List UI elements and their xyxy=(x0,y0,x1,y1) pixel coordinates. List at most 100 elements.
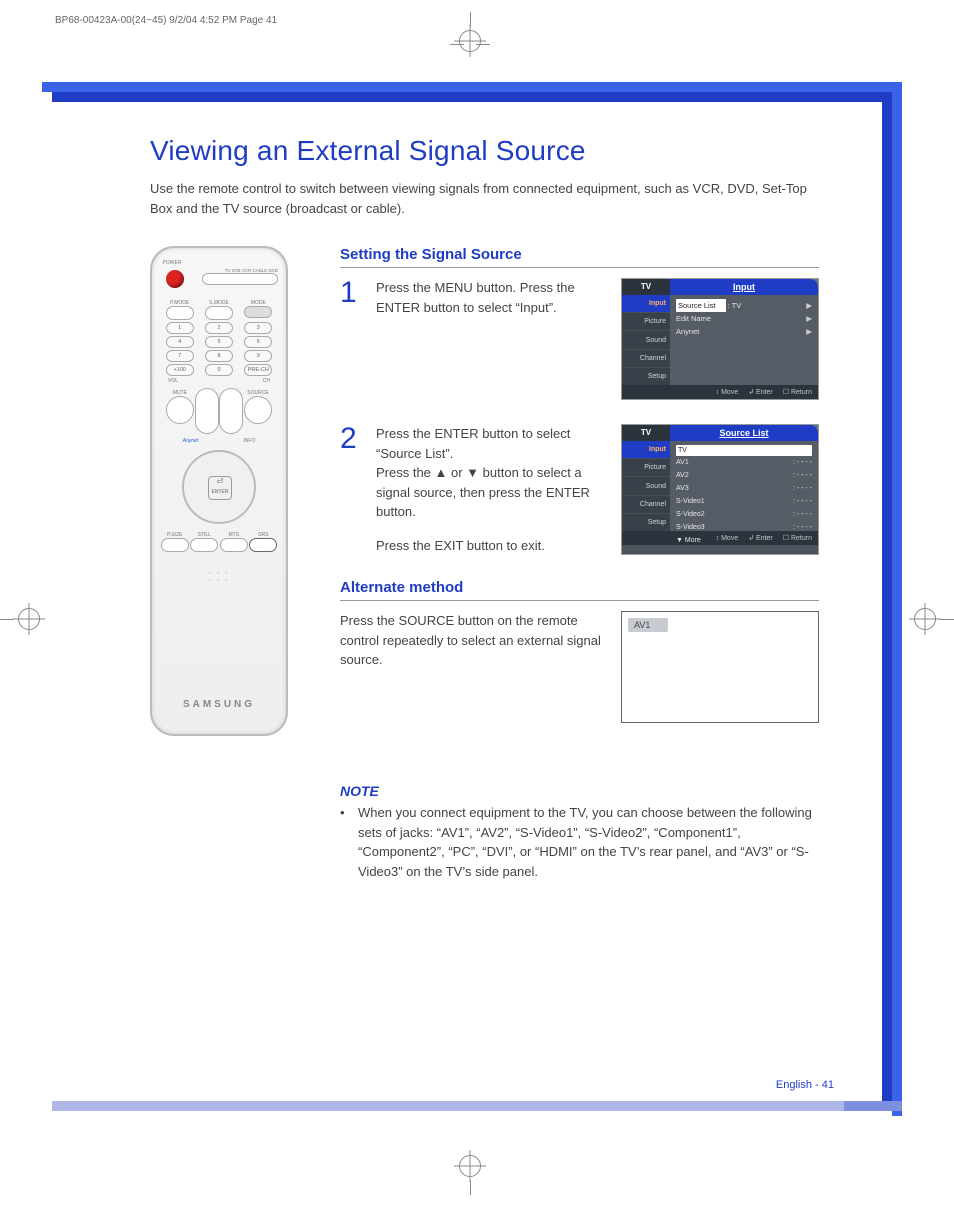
osd2-menu-channel: Channel xyxy=(622,495,670,513)
osd2-tab-title: Source List xyxy=(670,425,818,441)
osd2-menu-picture: Picture xyxy=(622,458,670,476)
key-3: 3 xyxy=(244,322,272,334)
frame-inner-right xyxy=(882,92,892,1106)
anynet-label: Anynet xyxy=(183,438,199,444)
osd2-line-tv: TV xyxy=(676,445,812,456)
osd1-line-sourcelist-value: : TV xyxy=(728,301,742,310)
step-number-2: 2 xyxy=(340,424,362,555)
key-5: 5 xyxy=(205,336,233,348)
key-1: 1 xyxy=(166,322,194,334)
frame-inner-top xyxy=(52,92,892,102)
step-2-text-b: Press the ▲ or ▼ button to select a sign… xyxy=(376,463,607,522)
srs-label: SRS xyxy=(249,532,277,538)
power-label: POWER xyxy=(160,260,184,266)
alternate-text: Press the SOURCE button on the remote co… xyxy=(340,611,607,723)
osd2-menu-input: Input xyxy=(622,441,670,458)
osd1-menu-picture: Picture xyxy=(622,312,670,330)
frame-outer-top xyxy=(42,82,902,92)
osd2-line-svideo3: S-Video3 xyxy=(676,521,705,534)
osd1-menu-sound: Sound xyxy=(622,330,670,348)
registration-mark-bottom xyxy=(440,1155,500,1205)
arrow-icon: ▶ xyxy=(806,312,812,325)
page-footer: English - 41 xyxy=(776,1079,834,1091)
osd1-tab-title: Input xyxy=(670,279,818,295)
osd2-foot-return: ☐ Return xyxy=(783,534,812,542)
osd2-menu-sound: Sound xyxy=(622,476,670,494)
step-number-1: 1 xyxy=(340,278,362,400)
osd2-line-av1: AV1 xyxy=(676,456,689,469)
channel-rocker xyxy=(219,388,243,434)
osd2-line-more: ▼ More xyxy=(676,534,701,547)
frame-outer-right xyxy=(892,82,902,1116)
key-0: 0 xyxy=(205,364,233,376)
step-2-text-a: Press the ENTER button to select “Source… xyxy=(376,424,607,463)
source-label: SOURCE xyxy=(244,390,272,396)
frame-bottom-cap xyxy=(844,1101,902,1111)
key-prech: PRE-CH xyxy=(244,364,272,376)
osd1-line-anynet: Anynet xyxy=(676,325,699,338)
section-heading-alternate: Alternate method xyxy=(340,579,819,601)
key-7: 7 xyxy=(166,350,194,362)
note-heading: NOTE xyxy=(340,783,819,799)
osd-screenshot-sourcelist: TV Source List Input Picture Sound Chann… xyxy=(621,424,819,555)
registration-mark-right xyxy=(914,608,954,630)
vol-label: VOL xyxy=(168,378,178,384)
psize-label: P.SIZE xyxy=(161,532,189,538)
alt-tag-av1: AV1 xyxy=(628,618,668,632)
key-8: 8 xyxy=(205,350,233,362)
frame-bottom-bar xyxy=(52,1101,888,1111)
key-9: 9 xyxy=(244,350,272,362)
step-2-text-c: Press the EXIT button to exit. xyxy=(376,536,607,556)
osd1-menu-input: Input xyxy=(622,295,670,312)
registration-mark-left xyxy=(0,608,40,630)
osd2-foot-move: ↕ Move xyxy=(716,535,739,542)
remote-control-illustration: POWER TV STB VCR CABLE DVD P.MODE S.MODE… xyxy=(150,246,288,736)
print-header: BP68-00423A-00(24~45) 9/2/04 4:52 PM Pag… xyxy=(55,15,277,26)
osd2-line-svideo1: S-Video1 xyxy=(676,495,705,508)
brand-logo: SAMSUNG xyxy=(152,699,286,710)
osd2-line-av2: AV2 xyxy=(676,469,689,482)
osd2-sv1-value: : - - - - xyxy=(793,495,812,508)
osd-screenshot-alt: AV1 xyxy=(621,611,819,723)
osd2-menu-setup: Setup xyxy=(622,513,670,531)
section-heading-setting: Setting the Signal Source xyxy=(340,246,819,268)
still-label: STILL xyxy=(190,532,218,538)
arrow-icon: ▶ xyxy=(806,299,812,312)
osd1-menu-channel: Channel xyxy=(622,349,670,367)
osd2-av2-value: : - - - - xyxy=(793,469,812,482)
page-title: Viewing an External Signal Source xyxy=(150,135,819,167)
osd2-sv3-value: : - - - - xyxy=(793,521,812,534)
note-bullet: • xyxy=(340,803,350,881)
smode-label: S.MODE xyxy=(205,300,233,306)
osd1-line-sourcelist: Source List xyxy=(676,299,726,312)
info-label: INFO xyxy=(243,438,255,444)
osd1-line-editname: Edit Name xyxy=(676,312,711,325)
note-text: When you connect equipment to the TV, yo… xyxy=(358,803,819,881)
step-2-text: Press the ENTER button to select “Source… xyxy=(376,424,607,555)
step-1-text: Press the MENU button. Press the ENTER b… xyxy=(376,278,607,400)
nav-ring: ⏎ENTER xyxy=(182,450,256,524)
osd2-av3-value: : - - - - xyxy=(793,482,812,495)
device-selector-labels: TV STB VCR CABLE DVD xyxy=(202,268,278,273)
registration-mark-top xyxy=(440,12,500,62)
mute-button-icon xyxy=(166,396,194,424)
key-6: 6 xyxy=(244,336,272,348)
mts-label: MTS xyxy=(220,532,248,538)
osd2-tab-tv: TV xyxy=(622,425,670,441)
osd2-line-svideo2: S-Video2 xyxy=(676,508,705,521)
osd-screenshot-input: TV Input Input Picture Sound Channel Set… xyxy=(621,278,819,400)
osd2-av1-value: : - - - - xyxy=(793,456,812,469)
key-4: 4 xyxy=(166,336,194,348)
osd2-foot-enter: ↲ Enter xyxy=(748,534,773,542)
pmode-label: P.MODE xyxy=(166,300,194,306)
mute-label: MUTE xyxy=(166,390,194,396)
intro-text: Use the remote control to switch between… xyxy=(150,179,819,218)
volume-rocker xyxy=(195,388,219,434)
osd1-menu-setup: Setup xyxy=(622,367,670,385)
osd1-tab-tv: TV xyxy=(622,279,670,295)
osd2-line-av3: AV3 xyxy=(676,482,689,495)
key-2: 2 xyxy=(205,322,233,334)
ch-label: CH xyxy=(263,378,270,384)
enter-button-icon: ⏎ENTER xyxy=(208,476,232,500)
osd1-foot-enter: ↲ Enter xyxy=(748,388,773,396)
